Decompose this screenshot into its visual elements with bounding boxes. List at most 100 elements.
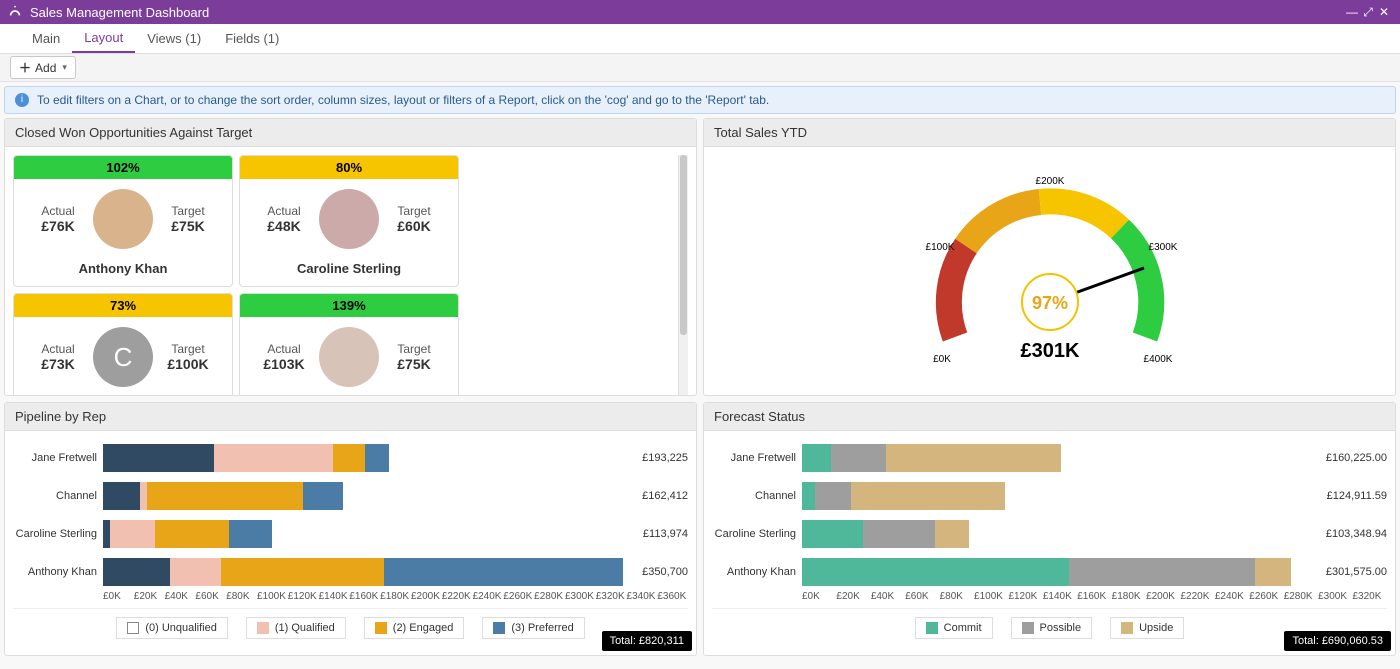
add-button[interactable]: ＋ Add ▾: [10, 56, 76, 79]
bar-total: £160,225.00: [1326, 452, 1387, 464]
bar-segment[interactable]: [1069, 558, 1255, 586]
bar-segment[interactable]: [802, 520, 863, 548]
legend-label: Commit: [944, 622, 982, 634]
target-value: £100K: [158, 356, 218, 372]
legend-item[interactable]: (2) Engaged: [364, 617, 465, 639]
bar-ylabel: Channel: [712, 490, 802, 502]
scrollbar-thumb[interactable]: [680, 155, 687, 335]
target-label: Target: [384, 342, 444, 356]
toolbar: ＋ Add ▾: [0, 54, 1400, 82]
bar-track: [802, 444, 1320, 472]
legend-item[interactable]: Commit: [915, 617, 993, 639]
restore-button[interactable]: ⤢: [1360, 5, 1376, 20]
bar-ylabel: Jane Fretwell: [13, 452, 103, 464]
actual-value: £48K: [254, 218, 314, 234]
bar-segment[interactable]: [103, 482, 140, 510]
legend-label: (1) Qualified: [275, 622, 335, 634]
bar-segment[interactable]: [110, 520, 154, 548]
legend-swatch: [493, 622, 505, 634]
bar-segment[interactable]: [103, 444, 214, 472]
bar-segment[interactable]: [886, 444, 1061, 472]
legend-label: (3) Preferred: [511, 622, 573, 634]
closed-won-card[interactable]: 73%Actual£73KCTarget£100KChannel: [13, 293, 233, 395]
legend-item[interactable]: Upside: [1110, 617, 1184, 639]
svg-text:£200K: £200K: [1035, 176, 1064, 187]
bar-ylabel: Caroline Sterling: [712, 528, 802, 540]
closed-won-card[interactable]: 80%Actual£48KTarget£60KCaroline Sterling: [239, 155, 459, 287]
minimize-button[interactable]: —: [1344, 5, 1360, 19]
tab-views-1-[interactable]: Views (1): [135, 25, 213, 53]
plus-icon: ＋: [19, 59, 31, 76]
bar-segment[interactable]: [303, 482, 343, 510]
bar-segment[interactable]: [831, 444, 886, 472]
svg-text:£300K: £300K: [1148, 242, 1177, 253]
bar-segment[interactable]: [140, 482, 147, 510]
close-button[interactable]: ✕: [1376, 5, 1392, 19]
bar-segment[interactable]: [103, 520, 110, 548]
bar-segment[interactable]: [935, 520, 969, 548]
card-name: Caroline Sterling: [240, 253, 458, 286]
bar-segment[interactable]: [851, 482, 1005, 510]
panel-closed-won: Closed Won Opportunities Against Target …: [4, 118, 697, 396]
bar-segment[interactable]: [170, 558, 222, 586]
gauge-chart: 97% £301K £0K £100K £200K £300K £400K: [885, 152, 1215, 382]
bar-segment[interactable]: [802, 444, 831, 472]
legend-label: Upside: [1139, 622, 1173, 634]
bar-track: [103, 444, 636, 472]
scrollbar[interactable]: [678, 155, 688, 395]
bar-segment[interactable]: [229, 520, 272, 548]
target-label: Target: [158, 204, 218, 218]
panel-header: Total Sales YTD: [704, 119, 1395, 147]
actual-value: £73K: [28, 356, 88, 372]
closed-won-cards: 102%Actual£76KTarget£75KAnthony Khan80%A…: [13, 155, 672, 395]
tab-fields-1-[interactable]: Fields (1): [213, 25, 291, 53]
info-text: To edit filters on a Chart, or to change…: [37, 93, 769, 107]
bar-segment[interactable]: [1255, 558, 1291, 586]
legend-label: Possible: [1040, 622, 1082, 634]
actual-value: £76K: [28, 218, 88, 234]
bar-row: Caroline Sterling £113,974: [13, 515, 688, 553]
bar-segment[interactable]: [384, 558, 622, 586]
bar-segment[interactable]: [103, 558, 170, 586]
bar-segment[interactable]: [802, 482, 815, 510]
bar-segment[interactable]: [802, 558, 1069, 586]
tab-main[interactable]: Main: [20, 25, 72, 53]
bar-segment[interactable]: [155, 520, 229, 548]
gauge-percent: 97%: [1031, 293, 1067, 313]
card-percent: 80%: [240, 156, 458, 179]
svg-text:£0K: £0K: [933, 354, 951, 365]
card-name: Anthony Khan: [14, 253, 232, 286]
legend-item[interactable]: (1) Qualified: [246, 617, 346, 639]
target-label: Target: [158, 342, 218, 356]
tab-strip: MainLayoutViews (1)Fields (1): [0, 24, 1400, 54]
bar-ylabel: Caroline Sterling: [13, 528, 103, 540]
avatar: [319, 327, 379, 387]
legend-item[interactable]: Possible: [1011, 617, 1093, 639]
bar-segment[interactable]: [214, 444, 332, 472]
card-name: Jane Fretwell: [240, 391, 458, 395]
bar-ylabel: Anthony Khan: [13, 566, 103, 578]
closed-won-card[interactable]: 102%Actual£76KTarget£75KAnthony Khan: [13, 155, 233, 287]
bar-track: [103, 482, 636, 510]
bar-track: [802, 520, 1320, 548]
bar-segment[interactable]: [365, 444, 389, 472]
add-button-label: Add: [35, 61, 56, 75]
bar-segment[interactable]: [863, 520, 934, 548]
bar-segment[interactable]: [221, 558, 384, 586]
bar-segment[interactable]: [333, 444, 366, 472]
panel-total-sales: Total Sales YTD 97% £301K £0K £100K: [703, 118, 1396, 396]
forecast-chart: Jane Fretwell£160,225.00Channel£124,911.…: [704, 431, 1395, 655]
bar-segment[interactable]: [815, 482, 851, 510]
bar-total: £301,575.00: [1326, 566, 1387, 578]
target-value: £75K: [158, 218, 218, 234]
bar-segment[interactable]: [147, 482, 302, 510]
bar-total: £162,412: [642, 490, 688, 502]
legend-swatch: [926, 622, 938, 634]
legend-item[interactable]: (3) Preferred: [482, 617, 584, 639]
tab-layout[interactable]: Layout: [72, 24, 135, 54]
legend-item[interactable]: (0) Unqualified: [116, 617, 228, 639]
bar-total: £113,974: [643, 528, 688, 540]
bar-row: Channel£162,412: [13, 477, 688, 515]
bar-row: Anthony Khan£301,575.00: [712, 553, 1387, 591]
closed-won-card[interactable]: 139%Actual£103KTarget£75KJane Fretwell: [239, 293, 459, 395]
